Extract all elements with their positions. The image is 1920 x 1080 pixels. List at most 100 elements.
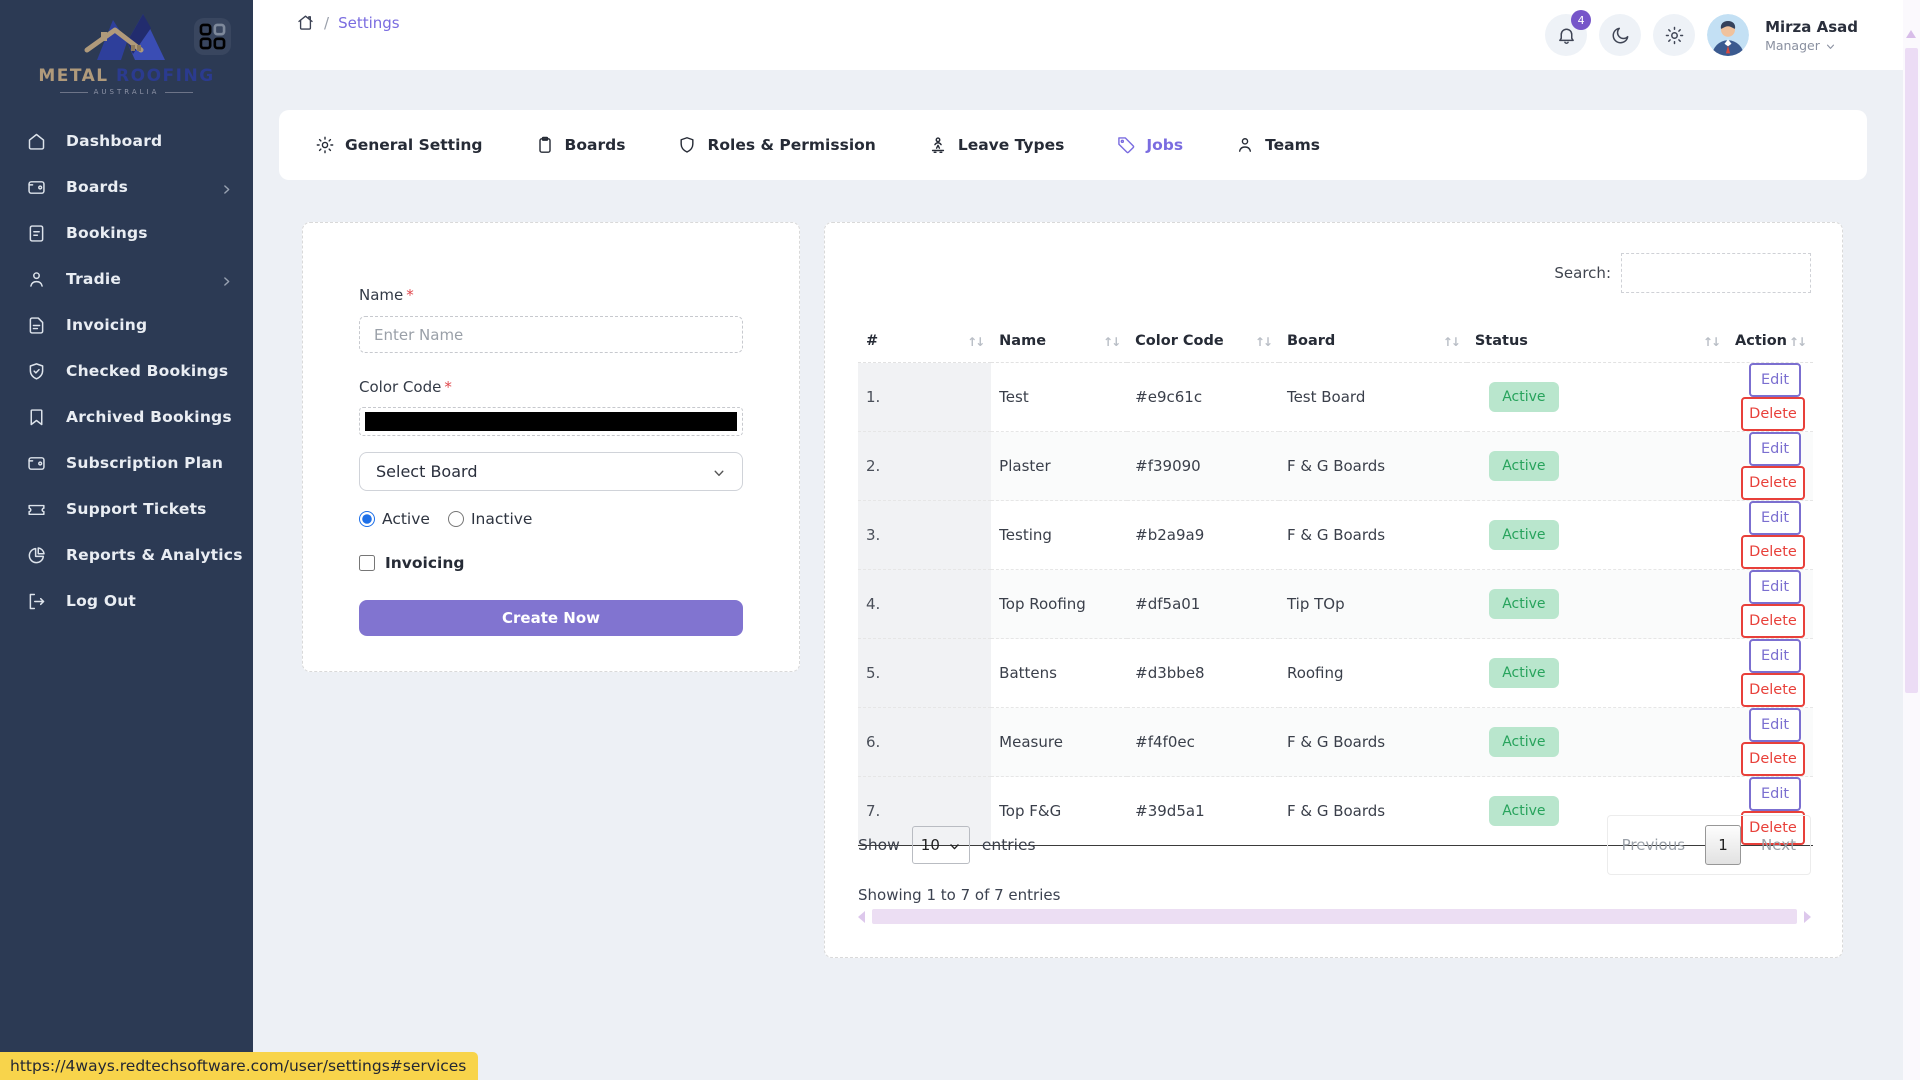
board-select[interactable]: Select Board [359, 452, 743, 491]
edit-button[interactable]: Edit [1749, 570, 1801, 604]
column-header[interactable]: Color Code ↑↓ [1127, 319, 1279, 363]
delete-button[interactable]: Delete [1741, 466, 1805, 500]
scroll-right-icon[interactable] [1804, 911, 1811, 923]
invoicing-checkbox-row[interactable]: Invoicing [359, 554, 743, 572]
settings-tab[interactable]: Boards [535, 135, 626, 155]
sidebar-item-label: Subscription Plan [66, 454, 223, 472]
sidebar-item-label: Bookings [66, 224, 148, 242]
next-page-button[interactable]: Next [1761, 836, 1796, 854]
sort-icon[interactable]: ↑↓ [1703, 335, 1719, 349]
column-header[interactable]: Status ↑↓ [1467, 319, 1727, 363]
jobs-table-card: Search: # ↑↓ Name ↑↓ [824, 222, 1843, 958]
edit-button[interactable]: Edit [1749, 708, 1801, 742]
sort-icon[interactable]: ↑↓ [1103, 335, 1119, 349]
status-radio-inactive[interactable]: Inactive [448, 510, 533, 528]
settings-tabs: General Setting Boards Roles & Permissio… [279, 110, 1867, 180]
previous-page-button[interactable]: Previous [1622, 836, 1685, 854]
status-badge: Active [1489, 727, 1559, 757]
settings-tab[interactable]: Roles & Permission [677, 135, 875, 155]
sort-icon[interactable]: ↑↓ [1255, 335, 1271, 349]
sidebar-item[interactable]: Archived Bookings [0, 394, 253, 440]
sort-icon[interactable]: ↑↓ [967, 335, 983, 349]
delete-button[interactable]: Delete [1741, 604, 1805, 638]
edit-button[interactable]: Edit [1749, 363, 1801, 397]
invoicing-checkbox[interactable] [359, 555, 375, 571]
sidebar-item[interactable]: Tradie [0, 256, 253, 302]
home-icon [26, 131, 47, 152]
vertical-scrollbar[interactable] [1903, 0, 1920, 1080]
moon-icon [1610, 25, 1631, 46]
sidebar-item[interactable]: Dashboard [0, 118, 253, 164]
sort-icon[interactable]: ↑↓ [1789, 335, 1805, 349]
job-name: Top Roofing [991, 570, 1127, 639]
board-select-value: Select Board [376, 462, 477, 481]
column-header[interactable]: Board ↑↓ [1279, 319, 1467, 363]
chevron-down-icon [948, 839, 961, 852]
edit-button[interactable]: Edit [1749, 432, 1801, 466]
scroll-left-icon[interactable] [858, 911, 865, 923]
breadcrumb-current[interactable]: Settings [338, 14, 400, 32]
inactive-radio[interactable] [448, 511, 464, 527]
color-code-input[interactable] [359, 407, 743, 436]
sidebar-item[interactable]: Bookings [0, 210, 253, 256]
sort-icon[interactable]: ↑↓ [1443, 335, 1459, 349]
sidebar-item[interactable]: Log Out [0, 578, 253, 624]
name-input[interactable] [359, 316, 743, 353]
delete-button[interactable]: Delete [1741, 742, 1805, 776]
sidebar-item[interactable]: Boards [0, 164, 253, 210]
home-icon[interactable] [296, 13, 315, 32]
edit-button[interactable]: Edit [1749, 639, 1801, 673]
sidebar-item[interactable]: Reports & Analytics [0, 532, 253, 578]
clipboard-icon [535, 135, 555, 155]
tab-label: General Setting [345, 136, 483, 154]
status-radio-active[interactable]: Active [359, 510, 430, 528]
current-page-button[interactable]: 1 [1705, 825, 1741, 865]
sidebar-item[interactable]: Checked Bookings [0, 348, 253, 394]
delete-button[interactable]: Delete [1741, 397, 1805, 431]
delete-button[interactable]: Delete [1741, 535, 1805, 569]
notifications-button[interactable]: 4 [1545, 14, 1587, 56]
sidebar-toggle-button[interactable] [194, 18, 231, 55]
link-status-bar: https://4ways.redtechsoftware.com/user/s… [0, 1052, 478, 1080]
column-header[interactable]: # ↑↓ [858, 319, 991, 363]
sidebar-item-label: Log Out [66, 592, 136, 610]
show-label: Show [858, 836, 900, 854]
sidebar-item[interactable]: Support Tickets [0, 486, 253, 532]
edit-button[interactable]: Edit [1749, 777, 1801, 811]
chevron-right-icon [220, 181, 233, 194]
search-input[interactable] [1621, 253, 1811, 293]
invoicing-label: Invoicing [385, 554, 465, 572]
settings-button[interactable] [1653, 14, 1695, 56]
create-now-button[interactable]: Create Now [359, 600, 743, 636]
sidebar-item-label: Support Tickets [66, 500, 207, 518]
horizontal-scrollbar-thumb[interactable] [872, 909, 1797, 924]
job-color-code: #e9c61c [1127, 363, 1279, 432]
delete-button[interactable]: Delete [1741, 673, 1805, 707]
row-number: 4. [858, 570, 991, 639]
logout-icon [26, 591, 47, 612]
leave-icon [928, 135, 948, 155]
column-header[interactable]: Name ↑↓ [991, 319, 1127, 363]
sidebar-item[interactable]: Subscription Plan [0, 440, 253, 486]
settings-tab[interactable]: Leave Types [928, 135, 1065, 155]
tab-label: Jobs [1146, 136, 1183, 154]
settings-tab[interactable]: Teams [1235, 135, 1320, 155]
job-board: Test Board [1279, 363, 1467, 432]
settings-tab[interactable]: General Setting [315, 135, 483, 155]
avatar[interactable] [1707, 14, 1749, 56]
user-menu[interactable]: Mirza Asad Manager [1765, 18, 1858, 53]
scroll-up-icon[interactable] [1906, 30, 1916, 38]
settings-tab[interactable]: Jobs [1116, 135, 1183, 155]
edit-button[interactable]: Edit [1749, 501, 1801, 535]
sidebar-item[interactable]: Invoicing [0, 302, 253, 348]
active-radio[interactable] [359, 511, 375, 527]
column-header[interactable]: Action ↑↓ [1727, 319, 1813, 363]
page-size-select[interactable]: 10 [912, 826, 970, 864]
vertical-scrollbar-thumb[interactable] [1905, 48, 1918, 693]
dark-mode-button[interactable] [1599, 14, 1641, 56]
color-code-label: Color Code [359, 378, 441, 396]
breadcrumb: / Settings [296, 13, 400, 32]
table-row: 5. Battens #d3bbe8 Roofing Active Edit D… [858, 639, 1813, 708]
status-badge: Active [1489, 520, 1559, 550]
shield-icon [677, 135, 697, 155]
